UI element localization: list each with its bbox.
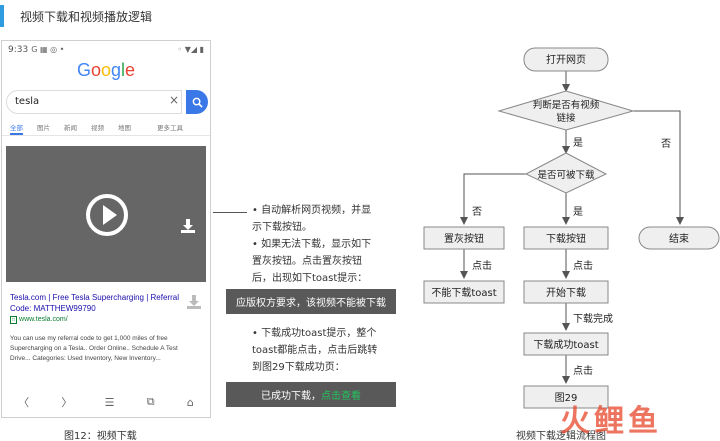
search-row: tesla × [6,90,208,114]
label-start: 打开网页 [546,53,586,66]
logo-letter: G [76,60,91,80]
edge-label-yes-1: 是 [573,137,583,149]
edge-label-download-done: 下载完成 [573,312,613,325]
desc-line: • 如果无法下载，显示如下 [252,239,372,250]
home-icon[interactable]: ⌂ [187,396,194,409]
toast-cannot-download: 应版权方要求，该视频不能被下载 [226,289,396,314]
logo-letter: o [90,60,101,80]
label-gray-button: 置灰按钮 [444,232,484,245]
edge-label-no-2: 否 [472,206,482,218]
search-input[interactable]: tesla [6,90,182,114]
desc-line: 置灰按钮。点击置灰按钮 [252,256,362,267]
toast-download-success[interactable]: 已成功下载， 点击查看 [226,382,396,407]
play-icon[interactable] [86,194,128,236]
tab-more-tools[interactable]: 更多工具 [157,122,183,135]
connector-line [213,212,247,213]
clear-icon[interactable]: × [169,93,179,107]
flowchart: 打开网页 判断是否有视频 链接 是否可被下载 置灰按钮 下载按钮 结束 不能下载… [423,47,720,409]
status-right-icons: ◦ ▼◢ ▮ [177,45,204,54]
desc-line: • 下载成功toast提示，整个 [252,328,377,339]
tab-news[interactable]: 新闻 [64,122,77,135]
status-bar: 9:33 G ▦ ◎ • ◦ ▼◢ ▮ [2,41,210,58]
forward-icon[interactable]: 〉 [61,394,72,410]
result-url-text: www.tesla.com/ [19,316,68,323]
phone-screenshot: 9:33 G ▦ ◎ • ◦ ▼◢ ▮ Google tesla × 全部 图片… [1,40,211,418]
label-end: 结束 [669,232,689,245]
tab-videos[interactable]: 视频 [91,122,104,135]
label-download-success: 下载成功toast [533,339,598,351]
edge-label-click-3: 点击 [573,365,593,377]
video-player[interactable] [6,146,206,282]
download-icon[interactable] [180,218,196,234]
watermark-logo: 火鲤鱼 [560,404,662,439]
result-title[interactable]: Tesla.com | Free Tesla Supercharging | R… [10,292,190,314]
snippet-line: Supercharging on a Tesla.. Order Online.… [10,345,178,352]
search-button[interactable] [186,90,208,114]
label-decision2: 是否可被下载 [537,169,595,181]
edge-label-click-2: 点击 [573,260,593,272]
label-download-button: 下载按钮 [546,232,586,245]
download-disabled-icon[interactable] [186,294,202,310]
edge-label-click-1: 点击 [472,260,492,272]
desc-line: 后，出现如下toast提示： [252,273,368,284]
logo-letter: e [125,60,136,80]
header-accent-bar [0,5,4,27]
toast-success-text: 已成功下载， [261,391,321,402]
result-title-line: Tesla.com | Free Tesla Supercharging | R… [10,293,179,302]
tab-all[interactable]: 全部 [10,122,23,135]
menu-icon[interactable]: ☰ [105,396,115,409]
back-icon[interactable]: 〈 [18,394,29,410]
label-decision1-line2: 链接 [556,112,576,124]
result-url[interactable]: □ www.tesla.com/ [10,316,202,324]
label-decision1-line1: 判断是否有视频 [533,99,600,111]
page-title: 视频下载和视频播放逻辑 [20,10,153,24]
status-time: 9:33 [8,44,29,55]
tab-maps[interactable]: 地图 [118,122,131,135]
result-title-line: Code: MATTHEW99790 [10,304,96,313]
description-block-2: • 下载成功toast提示，整个 toast都能点击，点击后跳转 到图29下载成… [252,325,377,376]
edge-decision1-no [633,110,684,225]
result-snippet: You can use my referral code to get 1,00… [10,334,202,364]
snippet-line: Drive... Categories: Used Inventory, New… [10,355,161,362]
logo-letter: g [111,60,122,80]
google-logo: Google [2,60,210,86]
logo-letter: o [100,60,111,80]
desc-line: toast都能点击，点击后跳转 [252,345,378,356]
bottom-nav: 〈 〉 ☰ ⧉ ⌂ [2,387,210,417]
label-cannot-download: 不能下载toast [431,286,496,299]
edge-label-no-1: 否 [661,138,671,150]
tabs-icon[interactable]: ⧉ [147,395,155,409]
snippet-line: You can use my referral code to get 1,00… [10,335,168,342]
edge-label-yes-2: 是 [573,206,583,218]
description-block-1: • 自动解析网页视频，并显 示下载按钮。 • 如果无法下载，显示如下 置灰按钮。… [252,202,371,287]
caption-phone: 图12：视频下载 [64,431,137,441]
desc-line: 到图29下载成功页： [252,362,345,373]
desc-line: 示下载按钮。 [252,222,312,233]
label-start-download: 开始下载 [546,286,586,299]
status-left-icons: G ▦ ◎ • [31,45,65,54]
desc-line: • 自动解析网页视频，并显 [252,205,372,216]
search-result: Tesla.com | Free Tesla Supercharging | R… [2,282,210,364]
search-tabs: 全部 图片 新闻 视频 地图 更多工具 [2,122,210,136]
view-link[interactable]: 点击查看 [321,387,361,402]
ad-badge-icon: □ [10,316,18,324]
tab-images[interactable]: 图片 [37,122,50,135]
search-icon [192,97,203,108]
